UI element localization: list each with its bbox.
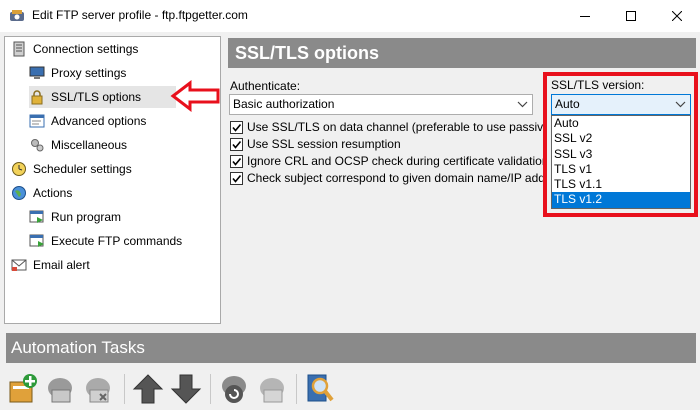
move-up-icon[interactable] bbox=[132, 372, 164, 406]
sidebar-item-email-alert[interactable]: Email alert bbox=[11, 254, 216, 276]
sidebar-item-label: Email alert bbox=[33, 258, 90, 272]
authenticate-label: Authenticate: bbox=[230, 79, 301, 93]
session-resumption-checkbox[interactable] bbox=[230, 137, 243, 151]
sidebar-item-run-program[interactable]: Run program bbox=[29, 206, 219, 228]
sidebar-item-label: Scheduler settings bbox=[33, 162, 132, 176]
checkbox-row[interactable]: Check subject correspond to given domain… bbox=[230, 170, 556, 186]
sidebar-item-label: Actions bbox=[33, 186, 73, 200]
minimize-button[interactable] bbox=[562, 0, 608, 32]
checkbox-row[interactable]: Use SSL session resumption bbox=[230, 136, 401, 152]
sidebar-item-miscellaneous[interactable]: Miscellaneous bbox=[29, 134, 219, 156]
sidebar-item-label: SSL/TLS options bbox=[51, 90, 142, 104]
ignore-crl-checkbox[interactable] bbox=[230, 154, 243, 168]
minimize-icon bbox=[580, 16, 590, 17]
sidebar-item-ssl-tls-options[interactable]: SSL/TLS options bbox=[29, 86, 176, 108]
sidebar-item-advanced-options[interactable]: Advanced options bbox=[29, 110, 219, 132]
window-icon bbox=[29, 114, 45, 128]
maximize-button[interactable] bbox=[608, 0, 654, 32]
checkmark-icon bbox=[232, 123, 242, 132]
sidebar-item-label: Advanced options bbox=[51, 114, 147, 128]
close-icon bbox=[672, 11, 682, 21]
app-icon bbox=[10, 10, 24, 21]
panel-title: SSL/TLS options bbox=[228, 38, 696, 68]
checkmark-icon bbox=[232, 157, 242, 166]
maximize-icon bbox=[626, 11, 636, 21]
view-log-icon[interactable] bbox=[304, 372, 336, 406]
sidebar-item-label: Connection settings bbox=[33, 42, 139, 56]
sidebar-item-connection-settings[interactable]: Connection settings bbox=[11, 38, 216, 60]
sidebar-item-label: Miscellaneous bbox=[51, 138, 128, 152]
check-subject-checkbox[interactable] bbox=[230, 171, 243, 185]
sidebar-item-label: Execute FTP commands bbox=[51, 234, 183, 248]
automation-tasks-header: Automation Tasks bbox=[6, 333, 696, 363]
email-icon bbox=[11, 259, 27, 271]
title-bar: Edit FTP server profile - ftp.ftpgetter.… bbox=[0, 0, 700, 32]
run-icon bbox=[29, 210, 44, 223]
window-title: Edit FTP server profile - ftp.ftpgetter.… bbox=[32, 8, 248, 22]
sidebar-item-actions[interactable]: Actions bbox=[11, 182, 216, 204]
checkmark-icon bbox=[232, 174, 242, 183]
stop-task-icon[interactable] bbox=[256, 372, 288, 406]
toolbar-separator bbox=[296, 374, 297, 404]
move-down-icon[interactable] bbox=[170, 372, 202, 406]
sidebar-item-scheduler-settings[interactable]: Scheduler settings bbox=[11, 158, 216, 180]
authenticate-value: Basic authorization bbox=[233, 97, 335, 111]
sidebar-item-execute-ftp-commands[interactable]: Execute FTP commands bbox=[29, 230, 219, 252]
checkbox-row[interactable]: Use SSL/TLS on data channel (preferable … bbox=[230, 119, 563, 135]
authenticate-select[interactable]: Basic authorization bbox=[229, 94, 533, 115]
monitor-icon bbox=[29, 66, 45, 79]
checkbox-label: Check subject correspond to given domain… bbox=[247, 171, 556, 185]
clock-icon bbox=[12, 162, 26, 176]
globe-icon bbox=[12, 186, 26, 200]
red-highlight-box bbox=[543, 72, 698, 217]
gears-icon bbox=[31, 139, 44, 152]
sidebar-item-label: Proxy settings bbox=[51, 66, 127, 80]
add-task-icon[interactable] bbox=[8, 372, 40, 406]
toolbar-separator bbox=[210, 374, 211, 404]
checkbox-label: Ignore CRL and OCSP check during certifi… bbox=[247, 154, 549, 168]
terminal-icon bbox=[29, 234, 44, 247]
delete-task-icon[interactable] bbox=[82, 372, 114, 406]
toolbar-separator bbox=[124, 374, 125, 404]
checkmark-icon bbox=[232, 140, 242, 149]
checkbox-row[interactable]: Ignore CRL and OCSP check during certifi… bbox=[230, 153, 549, 169]
checkbox-label: Use SSL/TLS on data channel (preferable … bbox=[247, 120, 564, 134]
edit-task-icon[interactable] bbox=[44, 372, 76, 406]
checkbox-label: Use SSL session resumption bbox=[247, 137, 401, 151]
callout-arrow-icon bbox=[170, 80, 220, 112]
chevron-down-icon bbox=[517, 101, 528, 108]
data-channel-checkbox[interactable] bbox=[230, 120, 243, 134]
close-button[interactable] bbox=[654, 0, 700, 32]
server-icon bbox=[13, 41, 25, 57]
automation-toolbar bbox=[6, 366, 696, 410]
run-task-icon[interactable] bbox=[218, 372, 250, 406]
sidebar-item-label: Run program bbox=[51, 210, 122, 224]
lock-icon bbox=[31, 90, 43, 105]
